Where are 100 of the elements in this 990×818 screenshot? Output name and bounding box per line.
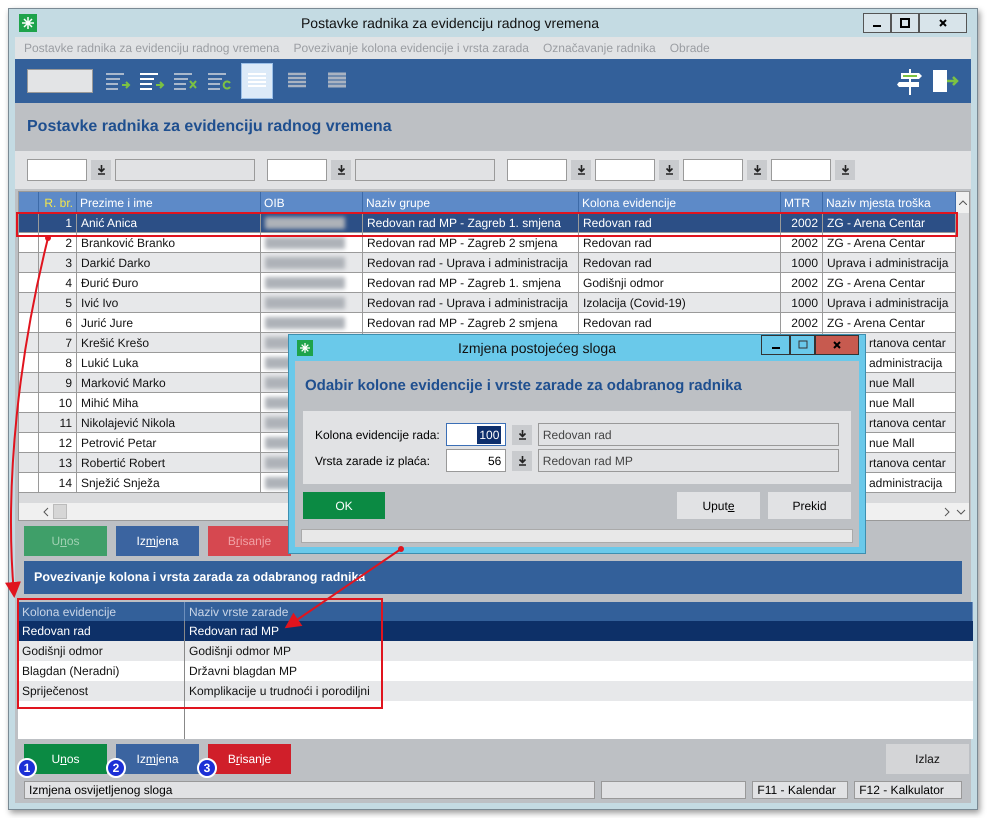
list-add-icon[interactable]	[105, 70, 131, 92]
dropdown-button[interactable]	[747, 160, 767, 180]
code-field[interactable]: 100	[446, 423, 506, 446]
table-cell-text: nue Mall	[869, 394, 914, 412]
close-button[interactable]	[919, 13, 967, 33]
table-cell-text: ZG - Arena Centar	[827, 234, 926, 252]
table-cell-text: ZG - Arena Centar	[827, 314, 926, 332]
table-cell-text: Državni blagdan MP	[189, 663, 298, 680]
status-shortcut: F11 - Kalendar	[752, 781, 848, 799]
table-cell-text: administracija	[869, 354, 942, 372]
minimize-icon	[770, 347, 780, 349]
column-header[interactable]: Kolona evidencije	[579, 192, 781, 213]
filter-field[interactable]	[683, 159, 743, 181]
filter-field[interactable]	[507, 159, 567, 181]
description-field: Redovan rad MP	[538, 449, 839, 472]
table-cell-text: Redovan rad	[22, 623, 91, 640]
filter-field[interactable]	[27, 159, 87, 181]
table-cell-text: nue Mall	[869, 434, 914, 452]
dropdown-button[interactable]	[835, 160, 855, 180]
list-delete-icon[interactable]	[173, 70, 199, 92]
filter-field[interactable]	[355, 159, 495, 181]
table-cell-text: Godišnji odmor MP	[189, 643, 292, 660]
table-row[interactable]: Godišnji odmor Godišnji odmor MP	[18, 641, 973, 661]
lines-icon	[287, 72, 307, 90]
window-title: Postavke radnika za evidenciju radnog vremena	[300, 14, 600, 33]
dropdown-button[interactable]	[512, 424, 532, 444]
status-message: Izmjena osvijetljenog sloga	[24, 781, 595, 799]
status-shortcut: F12 - Kalkulator	[854, 781, 962, 799]
dropdown-button[interactable]	[659, 160, 679, 180]
filter-field[interactable]	[267, 159, 327, 181]
list-refresh-icon[interactable]	[207, 70, 233, 92]
column-header[interactable]: Prezime i ime	[77, 192, 261, 213]
dialog-heading: Odabir kolone evidencije i vrste zarade za odabranog radnika	[305, 376, 742, 396]
table-cell: 14	[39, 473, 77, 493]
column-header[interactable]: MTR	[781, 192, 823, 213]
table-cell: Snježić Snježa	[77, 473, 261, 493]
minimize-button[interactable]	[761, 335, 790, 355]
table-cell-text: Blagdan (Neradni)	[22, 663, 120, 680]
download-arrow-icon	[752, 165, 762, 175]
close-icon	[832, 340, 842, 350]
download-arrow-icon	[664, 165, 674, 175]
list-add-icon[interactable]	[139, 70, 165, 92]
dropdown-button[interactable]	[512, 450, 532, 470]
section-title: Postavke radnika za evidenciju radnog vremena	[27, 117, 392, 137]
dropdown-button[interactable]	[571, 160, 591, 180]
dropdown-button[interactable]	[91, 160, 111, 180]
table-row[interactable]: 2 Branković Branko Redovan rad MP - Zagreb 2 smjena Redovan rad 2002 ZG - Arena Centar	[19, 233, 956, 253]
download-arrow-icon	[518, 456, 527, 466]
download-arrow-icon	[96, 165, 106, 175]
lines-icon	[327, 72, 347, 90]
scroll-up-button[interactable]	[956, 192, 969, 213]
table-row[interactable]: Spriječenost Komplikacije u trudnoći i porodiljni	[18, 681, 973, 701]
app-logo-icon	[297, 340, 313, 356]
column-header[interactable]: OIB	[261, 192, 363, 213]
table-row[interactable]: 3 Darkić Darko Redovan rad - Uprava i administracija Redovan rad 1000 Uprava i administracija	[19, 253, 956, 273]
help-button[interactable]: Upute	[677, 492, 760, 519]
close-icon	[938, 18, 948, 28]
table-cell-text: nue Mall	[869, 374, 914, 392]
table-row[interactable]: 1 Anić Anica Redovan rad MP - Zagreb 1. smjena Redovan rad 2002 ZG - Arena Centar	[19, 213, 956, 233]
table-row[interactable]: 5 Ivić Ivo Redovan rad - Uprava i administracija Izolacija (Covid-19) 1000 Uprava i administracija	[19, 293, 956, 313]
table-row[interactable]: Redovan rad Redovan rad MP	[18, 621, 973, 641]
table-cell-text: Uprava i administracija	[827, 254, 948, 272]
table-cell-text: rtanova centar	[869, 454, 946, 472]
exit-button[interactable]: Izlaz	[886, 744, 969, 774]
filter-field[interactable]	[115, 159, 255, 181]
download-arrow-icon	[518, 430, 527, 440]
dialog-title: Izmjena postojećeg sloga	[457, 338, 617, 358]
table-cell-text: Komplikacije u trudnoći i porodiljni	[189, 683, 370, 700]
table-row[interactable]: 4 Đurić Đuro Redovan rad MP - Zagreb 1. smjena Godišnji odmor 2002 ZG - Arena Centar	[19, 273, 956, 293]
maximize-icon	[798, 340, 808, 350]
table-cell-text: Godišnji odmor	[22, 643, 103, 660]
maximize-icon	[900, 18, 910, 28]
table-cell-text: ZG - Arena Centar	[827, 274, 926, 292]
dropdown-button[interactable]	[331, 160, 351, 180]
ok-button[interactable]: OK	[303, 492, 385, 519]
table-cell-text: rtanova centar	[869, 334, 946, 352]
filter-field[interactable]	[771, 159, 831, 181]
download-arrow-icon	[576, 165, 586, 175]
maximize-button[interactable]	[891, 13, 919, 33]
table-cell-text: Redovan rad MP	[189, 623, 280, 640]
signpost-icon[interactable]	[897, 67, 923, 95]
toolbar-field[interactable]	[27, 69, 93, 93]
filter-field[interactable]	[595, 159, 655, 181]
column-header[interactable]: Naziv grupe	[363, 192, 579, 213]
app-logo-icon	[19, 14, 37, 32]
table-row[interactable]: 6 Jurić Jure Redovan rad MP - Zagreb 2 smjena Redovan rad 2002 ZG - Arena Centar	[19, 313, 956, 333]
table-cell-text: Uprava i administracija	[827, 294, 948, 312]
description-field: Redovan rad	[538, 423, 839, 446]
lines-icon	[247, 72, 267, 90]
minimize-button[interactable]	[863, 13, 891, 33]
edit-button[interactable]: Izmjena	[116, 526, 199, 556]
table-cell-text: Spriječenost	[22, 683, 88, 700]
table-cell-text: rtanova centar	[869, 414, 946, 432]
code-field[interactable]: 56	[446, 449, 506, 472]
scrollbar-thumb[interactable]	[53, 504, 67, 519]
maximize-button[interactable]	[790, 335, 815, 355]
cancel-button[interactable]: Prekid	[768, 492, 851, 519]
exit-door-icon[interactable]	[931, 68, 959, 94]
minimize-icon	[872, 25, 882, 27]
table-cell-text: ZG - Arena Centar	[827, 214, 926, 232]
